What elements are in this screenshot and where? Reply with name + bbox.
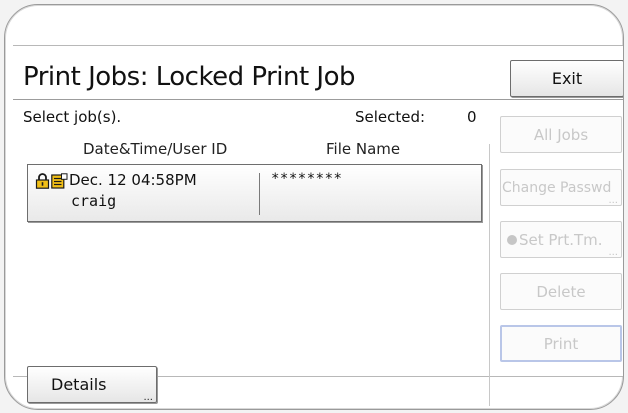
print-button[interactable]: Print [500, 325, 622, 362]
job-status-icons [35, 173, 68, 189]
delete-button[interactable]: Delete [500, 273, 622, 310]
change-password-button[interactable]: Change Passwd ... [500, 169, 622, 206]
set-print-time-button[interactable]: Set Prt.Tm. ... [500, 221, 622, 258]
set-print-time-label: Set Prt.Tm. [519, 230, 603, 249]
all-jobs-label: All Jobs [533, 125, 589, 144]
device-panel: Print Jobs: Locked Print Job Exit Select… [4, 4, 624, 410]
title-divider [13, 99, 623, 100]
job-file-name: ******** [271, 171, 343, 187]
all-jobs-button[interactable]: All Jobs [500, 116, 622, 153]
details-label: Details [51, 375, 107, 394]
more-options-indicator: ... [608, 195, 618, 206]
more-options-indicator: ... [608, 247, 618, 258]
clock-icon [507, 234, 517, 245]
column-header-file-name: File Name [326, 140, 401, 158]
details-button[interactable]: Details ... [27, 366, 157, 403]
job-column-divider [259, 173, 260, 215]
job-row[interactable]: Dec. 12 04:58PM craig ******** [27, 164, 482, 222]
print-label: Print [543, 334, 579, 353]
job-datetime: Dec. 12 04:58PM [69, 171, 197, 189]
lock-icon [35, 173, 50, 189]
column-header-date-user: Date&Time/User ID [83, 140, 228, 158]
selected-label: Selected: [355, 108, 426, 126]
exit-button[interactable]: Exit [510, 60, 623, 97]
side-divider [489, 144, 490, 406]
change-password-label: Change Passwd [502, 179, 612, 196]
delete-label: Delete [536, 282, 586, 301]
more-options-indicator: ... [143, 392, 153, 403]
screen: Print Jobs: Locked Print Job Exit Select… [13, 45, 623, 406]
page-title: Print Jobs: Locked Print Job [23, 62, 356, 92]
job-user-id: craig [71, 192, 117, 210]
selected-count: 0 [467, 108, 477, 126]
select-prompt: Select job(s). [23, 108, 122, 126]
document-icon [51, 173, 68, 189]
